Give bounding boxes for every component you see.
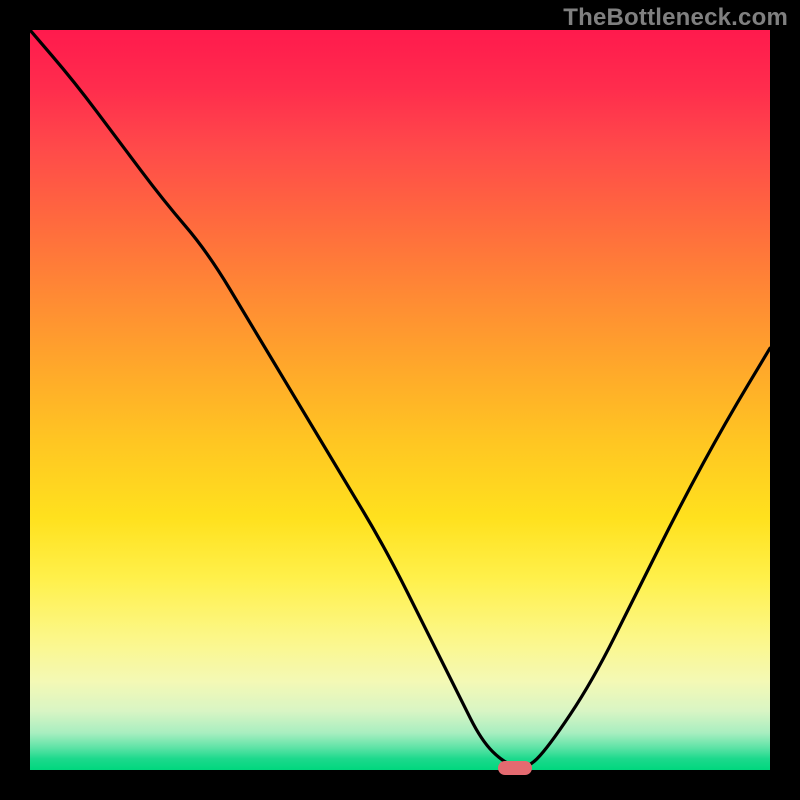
optimal-marker	[498, 761, 532, 775]
bottleneck-curve	[30, 30, 770, 770]
curve-path	[30, 30, 770, 767]
plot-area	[30, 30, 770, 770]
chart-frame: TheBottleneck.com	[0, 0, 800, 800]
watermark-text: TheBottleneck.com	[563, 4, 788, 32]
